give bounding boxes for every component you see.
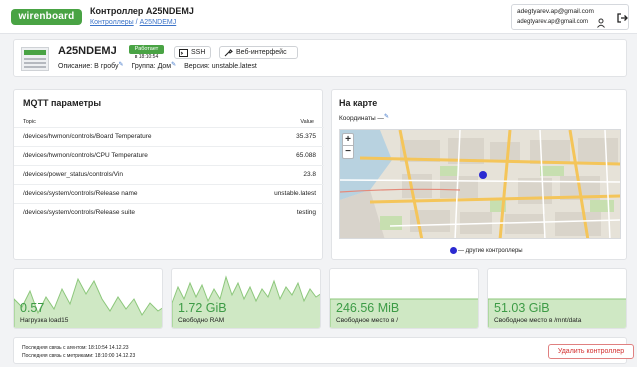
map-tiles xyxy=(340,130,620,238)
controller-marker[interactable] xyxy=(479,171,487,179)
metric-tile-load: 0.57 Нагрузка load15 xyxy=(13,268,163,329)
map-legend: — другие контроллеры xyxy=(450,247,523,254)
marker-dot-icon xyxy=(450,247,457,254)
delete-controller-button[interactable]: Удалить контроллер xyxy=(548,344,634,359)
value-column-header: Value xyxy=(300,119,314,125)
terminal-icon xyxy=(179,49,188,57)
metric-label: Нагрузка load15 xyxy=(20,317,69,324)
topic-cell: /devices/power_status/controls/Vin xyxy=(23,171,123,178)
controller-image xyxy=(21,47,49,71)
metric-label: Свободное место в /mnt/data xyxy=(494,317,582,324)
web-interface-button-label: Веб-интерфейс xyxy=(236,49,287,56)
breadcrumb-controllers-link[interactable]: Контроллеры xyxy=(90,19,134,26)
breadcrumb-current-link[interactable]: A25NDEMJ xyxy=(140,19,177,26)
table-row: /devices/hwmon/controls/CPU Temperature … xyxy=(14,146,324,165)
controller-meta: Описание: В гробу✎ Группа: Дом✎ Версия: uns… xyxy=(58,62,257,70)
top-header: wirenboard Контроллер A25NDEMJ Контролле… xyxy=(0,0,637,34)
user-icon[interactable] xyxy=(596,18,606,28)
metrics-last-seen: Последняя связь с метриками: 18:10:00 14… xyxy=(22,353,136,359)
table-row: /devices/power_status/controls/Vin 23.8 xyxy=(14,165,324,184)
metric-value: 246.56 MiB xyxy=(336,301,400,315)
coordinates-row: Координаты —✎ xyxy=(339,114,389,122)
edit-description-icon[interactable]: ✎ xyxy=(118,62,123,68)
description-label: Описание: xyxy=(58,63,93,70)
value-cell: testing xyxy=(296,209,316,216)
wirenboard-logo[interactable]: wirenboard xyxy=(11,9,82,25)
metric-value: 51.03 GiB xyxy=(494,301,550,315)
status-badge: Работает xyxy=(129,45,164,54)
topic-cell: /devices/hwmon/controls/Board Temperatur… xyxy=(23,133,152,140)
footer-card: Последняя связь с агентом: 18:10:54 14.1… xyxy=(13,337,634,364)
breadcrumb: Контроллеры / A25NDEMJ xyxy=(90,19,176,26)
value-cell: 35.375 xyxy=(296,133,316,140)
status-time: в 18:10:54 xyxy=(134,54,159,60)
tools-icon xyxy=(224,49,233,57)
topic-cell: /devices/system/controls/Release suite xyxy=(23,209,135,216)
zoom-out-button[interactable]: − xyxy=(343,146,353,158)
logout-icon[interactable] xyxy=(616,12,628,24)
map-card: На карте Координаты —✎ + − — другие конт… xyxy=(331,89,627,260)
page-title: Контроллер A25NDEMJ xyxy=(90,6,194,16)
breadcrumb-separator: / xyxy=(135,19,138,26)
mqtt-card: MQTT параметры Topic Value /devices/hwmo… xyxy=(13,89,324,260)
topic-cell: /devices/hwmon/controls/CPU Temperature xyxy=(23,152,148,159)
map-view[interactable]: + − xyxy=(339,129,621,239)
account-email-secondary: adegtyarev.ap@gmail.com xyxy=(517,19,589,25)
legend-label: — другие контроллеры xyxy=(458,248,523,255)
ssh-button[interactable]: SSH xyxy=(174,46,211,59)
metric-value: 0.57 xyxy=(20,301,45,315)
account-email: adegtyarev.ap@gmail.com xyxy=(517,8,594,15)
table-row: /devices/system/controls/Release suite t… xyxy=(14,203,324,222)
description-value: В гробу xyxy=(94,63,119,70)
metric-label: Свободно RAM xyxy=(178,317,225,324)
edit-coordinates-icon[interactable]: ✎ xyxy=(384,114,389,120)
agent-last-seen: Последняя связь с агентом: 18:10:54 14.1… xyxy=(22,345,129,351)
metric-label: Свободное место в / xyxy=(336,317,399,324)
topic-column-header: Topic xyxy=(23,119,36,125)
edit-group-icon[interactable]: ✎ xyxy=(171,62,176,68)
version-label: Версия: xyxy=(184,63,210,70)
metric-tile-root-space: 246.56 MiB Свободное место в / xyxy=(329,268,479,329)
metric-value: 1.72 GiB xyxy=(178,301,227,315)
controller-card: A25NDEMJ Работает в 18:10:54 SSH Веб-инт… xyxy=(13,39,627,77)
table-row: /devices/hwmon/controls/Board Temperatur… xyxy=(14,127,324,146)
value-cell: 23.8 xyxy=(303,171,316,178)
group-label: Группа: xyxy=(131,63,156,70)
controller-name: A25NDEMJ xyxy=(58,45,117,57)
metric-tile-data-space: 51.03 GiB Свободное место в /mnt/data xyxy=(487,268,627,329)
table-row: /devices/system/controls/Release name un… xyxy=(14,184,324,203)
topic-cell: /devices/system/controls/Release name xyxy=(23,190,138,197)
zoom-control: + − xyxy=(342,133,354,159)
mqtt-title: MQTT параметры xyxy=(23,98,102,108)
group-value: Дом xyxy=(157,63,172,70)
map-title: На карте xyxy=(339,98,378,108)
value-cell: unstable.latest xyxy=(274,190,316,197)
metric-tile-ram: 1.72 GiB Свободно RAM xyxy=(171,268,321,329)
ssh-button-label: SSH xyxy=(191,49,206,56)
coordinates-label: Координаты — xyxy=(339,115,384,122)
web-interface-button[interactable]: Веб-интерфейс xyxy=(219,46,298,59)
zoom-in-button[interactable]: + xyxy=(343,134,353,146)
version-value: unstable.latest xyxy=(211,63,257,70)
account-box[interactable]: adegtyarev.ap@gmail.com adegtyarev.ap@gm… xyxy=(511,4,629,30)
value-cell: 65.088 xyxy=(296,152,316,159)
